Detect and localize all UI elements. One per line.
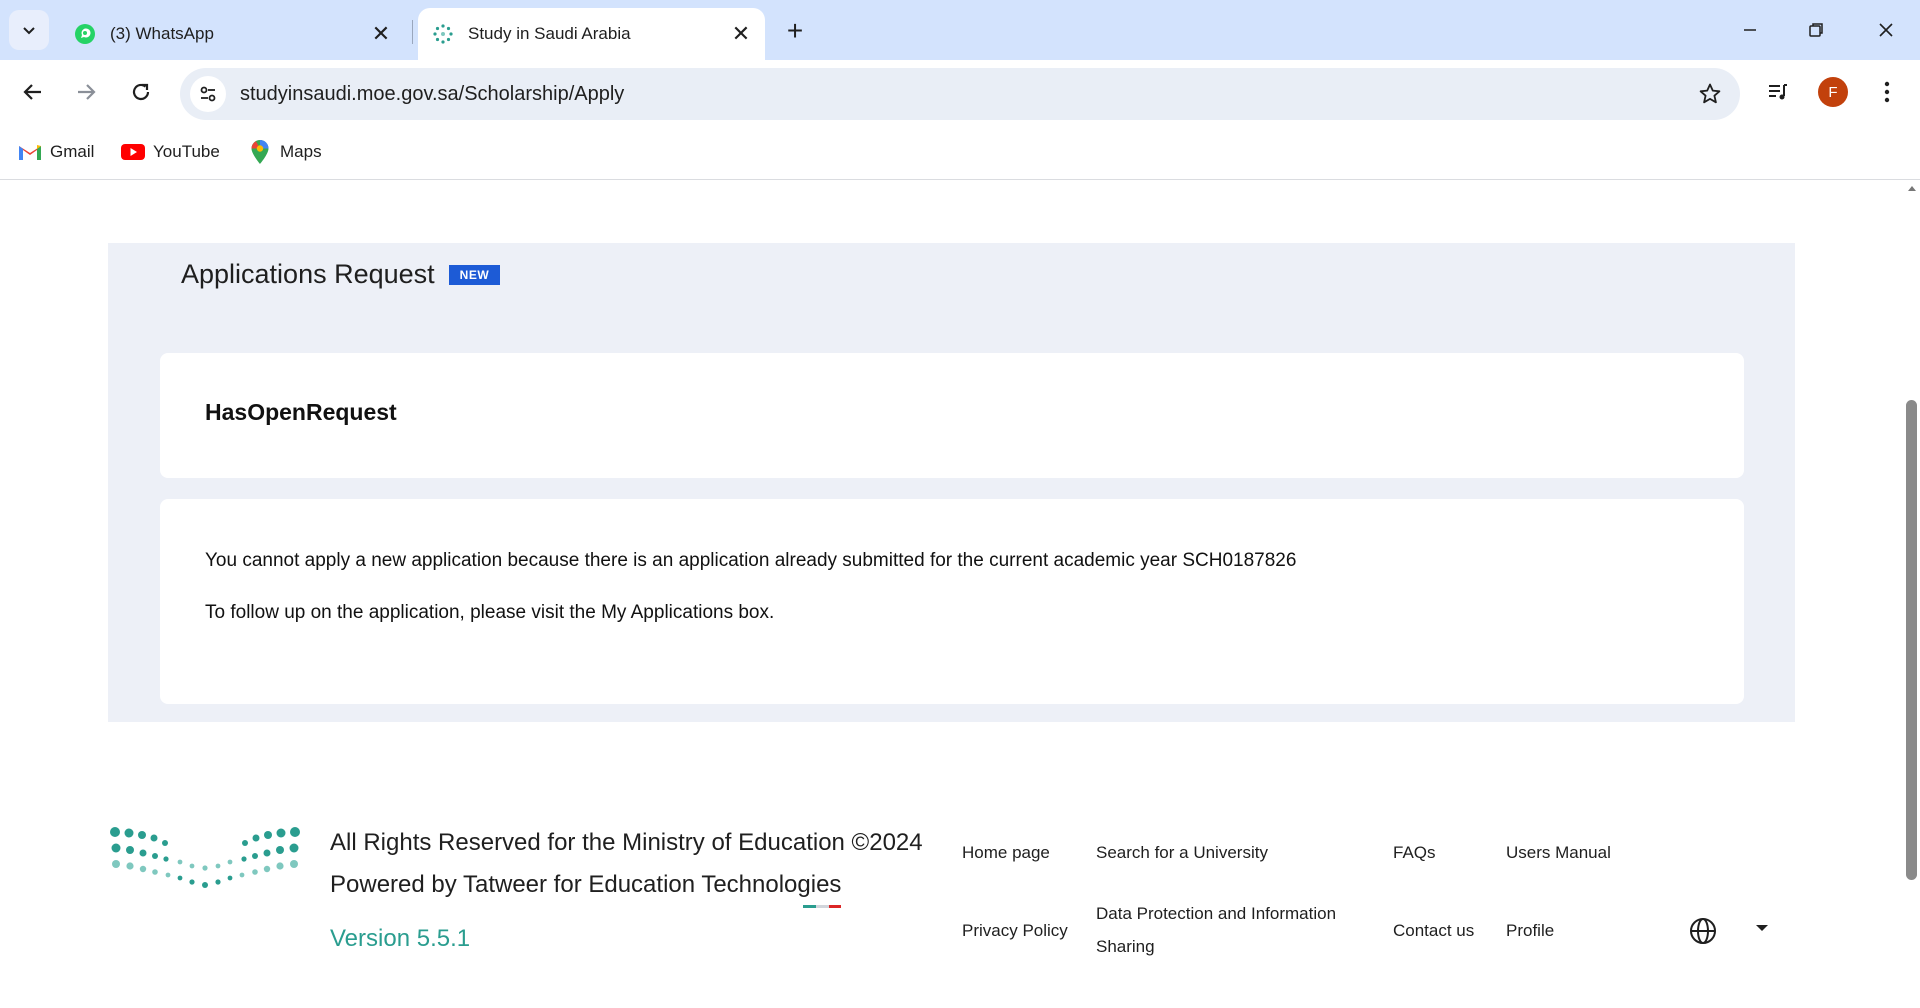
arrow-left-icon xyxy=(23,84,41,100)
address-bar[interactable]: studyinsaudi.moe.gov.sa/Scholarship/Appl… xyxy=(180,68,1740,120)
scrollbar-thumb[interactable] xyxy=(1906,400,1917,880)
powered-by-label: Powered by Tatweer for Education Technol… xyxy=(330,871,842,898)
new-badge: NEW xyxy=(448,264,501,285)
language-dropdown-caret[interactable] xyxy=(1756,925,1768,931)
tab-whatsapp[interactable]: (3) WhatsApp ✕ xyxy=(60,8,405,60)
follow-up-message: To follow up on the application, please … xyxy=(205,602,775,623)
powered-by-text: Powered by Tatweer for Education Technol… xyxy=(330,864,842,908)
new-tab-button[interactable]: + xyxy=(778,14,812,48)
whatsapp-icon xyxy=(74,23,96,45)
bookmark-youtube[interactable]: YouTube xyxy=(121,138,220,166)
version-text: Version 5.5.1 xyxy=(330,925,471,952)
tab-separator xyxy=(412,20,413,44)
open-request-message: You cannot apply a new application becau… xyxy=(205,550,1297,571)
tab-search-button[interactable] xyxy=(9,10,49,50)
url-text[interactable]: studyinsaudi.moe.gov.sa/Scholarship/Appl… xyxy=(240,83,1690,106)
more-vertical-icon xyxy=(1884,81,1890,103)
status-card: HasOpenRequest xyxy=(160,353,1744,478)
bookmarks-bar: Gmail YouTube Maps xyxy=(0,126,1920,180)
close-tab-icon[interactable]: ✕ xyxy=(367,20,395,48)
footer-link-contact[interactable]: Contact us xyxy=(1393,914,1474,947)
bookmark-label: Maps xyxy=(280,142,322,161)
tab-title: Study in Saudi Arabia xyxy=(468,24,631,43)
footer-link-users-manual[interactable]: Users Manual xyxy=(1506,836,1611,869)
tab-title: (3) WhatsApp xyxy=(110,24,214,43)
maps-icon xyxy=(248,140,272,164)
data-protection-line2: Sharing xyxy=(1096,937,1155,956)
back-button[interactable] xyxy=(12,71,54,113)
media-controls-button[interactable] xyxy=(1757,71,1799,113)
page-title-text: Applications Request xyxy=(181,259,435,289)
close-window-button[interactable] xyxy=(1858,8,1914,52)
close-icon xyxy=(1879,23,1893,37)
scroll-up-arrow[interactable] xyxy=(1908,186,1916,191)
tab-study-in-saudi[interactable]: Study in Saudi Arabia ✕ xyxy=(418,8,765,60)
globe-icon[interactable] xyxy=(1688,916,1718,946)
study-in-saudi-icon xyxy=(432,23,454,45)
reload-icon xyxy=(132,83,150,101)
youtube-icon xyxy=(121,140,145,164)
tab-strip: (3) WhatsApp ✕ Study in Saudi Arabia ✕ + xyxy=(0,0,1920,60)
chevron-down-icon xyxy=(23,27,35,35)
footer-link-privacy[interactable]: Privacy Policy xyxy=(962,914,1068,947)
site-settings-icon xyxy=(200,86,216,102)
reload-button[interactable] xyxy=(120,71,162,113)
arrow-right-icon xyxy=(78,84,96,100)
avatar: F xyxy=(1818,77,1848,107)
profile-button[interactable]: F xyxy=(1812,71,1854,113)
star-icon xyxy=(1699,83,1721,104)
browser-toolbar: studyinsaudi.moe.gov.sa/Scholarship/Appl… xyxy=(0,60,1920,126)
footer-link-faqs[interactable]: FAQs xyxy=(1393,836,1436,869)
bookmark-maps[interactable]: Maps xyxy=(248,138,322,166)
status-heading: HasOpenRequest xyxy=(205,399,397,425)
ministry-logo xyxy=(110,827,300,888)
forward-button[interactable] xyxy=(65,71,107,113)
applications-request-panel: Applications Request NEW HasOpenRequest … xyxy=(108,243,1795,722)
browser-menu-button[interactable] xyxy=(1866,71,1908,113)
bookmark-label: Gmail xyxy=(50,142,95,161)
restore-button[interactable] xyxy=(1788,8,1844,52)
bookmark-label: YouTube xyxy=(153,142,220,161)
restore-icon xyxy=(1809,23,1823,37)
minimize-button[interactable] xyxy=(1722,8,1778,52)
page-title: Applications Request NEW xyxy=(181,259,501,290)
flag-underline xyxy=(803,905,842,908)
close-tab-icon[interactable]: ✕ xyxy=(727,20,755,48)
minimize-icon xyxy=(1744,29,1756,31)
footer-link-data-protection[interactable]: Data Protection and Information Sharing xyxy=(1096,897,1336,963)
message-card: You cannot apply a new application becau… xyxy=(160,499,1744,704)
footer-link-search-university[interactable]: Search for a University xyxy=(1096,836,1268,869)
data-protection-line1: Data Protection and Information xyxy=(1096,904,1337,923)
footer-copyright-block: All Rights Reserved for the Ministry of … xyxy=(330,822,923,908)
site-info-button[interactable] xyxy=(190,76,226,112)
bookmark-gmail[interactable]: Gmail xyxy=(18,138,94,166)
footer-link-home[interactable]: Home page xyxy=(962,836,1050,869)
bookmark-star-button[interactable] xyxy=(1690,74,1730,114)
copyright-text: All Rights Reserved for the Ministry of … xyxy=(330,829,923,856)
gmail-icon xyxy=(18,140,42,164)
footer-link-profile[interactable]: Profile xyxy=(1506,914,1554,947)
playlist-music-icon xyxy=(1769,84,1787,100)
